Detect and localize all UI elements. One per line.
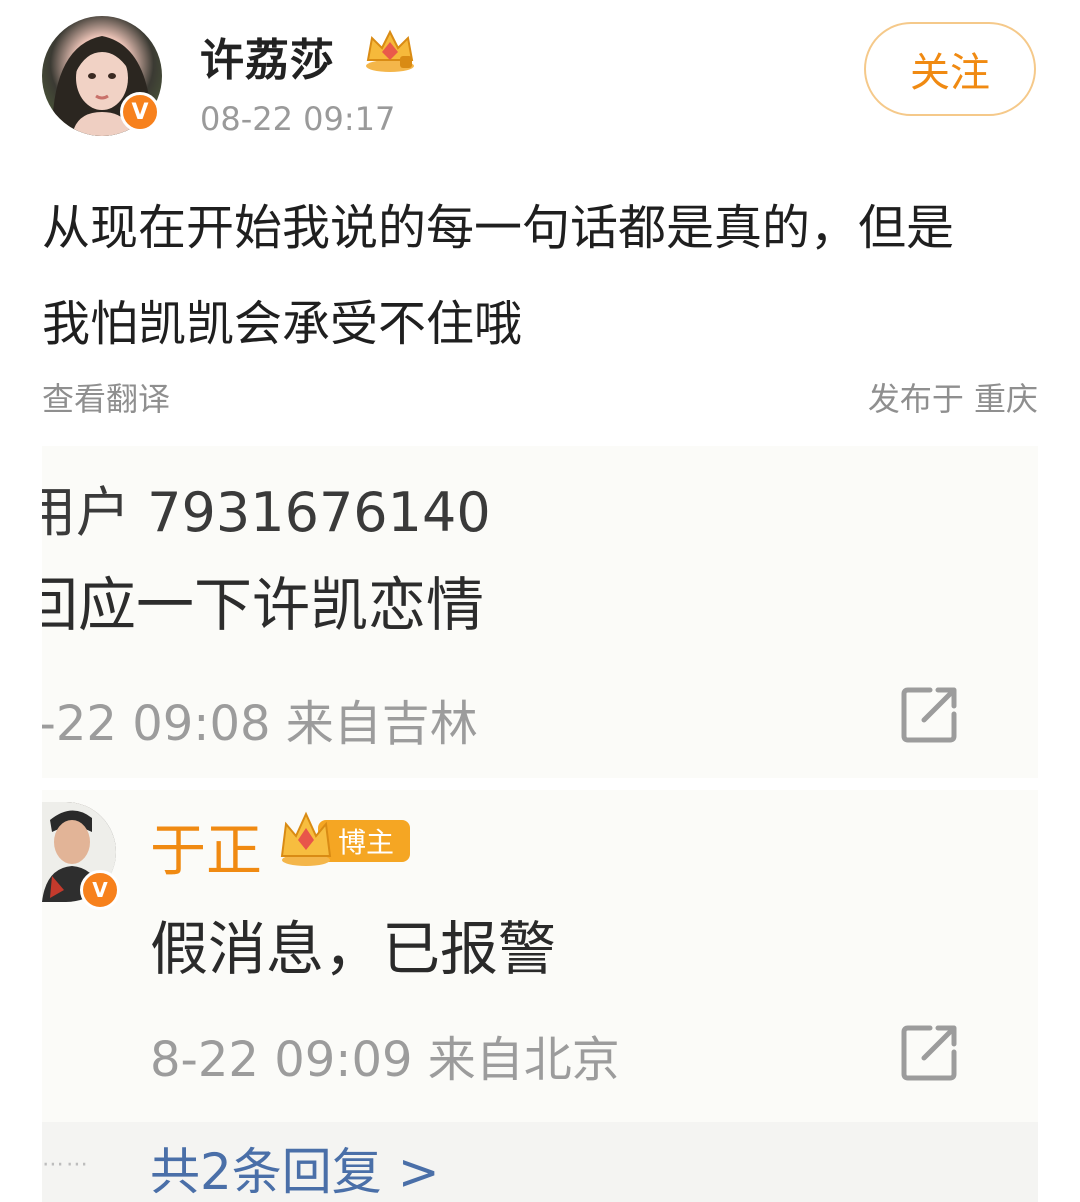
more-replies-link: 共2条回复 > (150, 1143, 440, 1201)
weibo-post-page: V 许荔莎 08-22 09:17 关注 从现在开始我说的每一句话都是真的，但是… (0, 0, 1080, 1202)
comment-meta: 8-22 09:08 来自吉林 (42, 696, 478, 752)
verified-badge-icon: V (120, 92, 160, 132)
post-text: 从现在开始我说的每一句话都是真的，但是 我怕凯凯会承受不住哦 (42, 180, 1042, 372)
ellipsis-dots: ⋯⋯ (42, 1152, 90, 1177)
reply-author-name: 于正 (150, 819, 262, 884)
share-icon (901, 1025, 957, 1081)
post-time: 08-22 09:17 (200, 100, 396, 138)
post-text-line-1: 从现在开始我说的每一句话都是真的，但是 (42, 200, 955, 256)
follow-button[interactable]: 关注 (864, 22, 1036, 116)
comment-divider (42, 778, 1038, 790)
comment-text: 回应一下许凯恋情 (42, 571, 485, 639)
crown-level-icon[interactable] (362, 28, 418, 74)
comment-username: 用户 7931676140 (42, 481, 491, 544)
more-replies-bar: ⋯⋯ 共2条回复 > (42, 1122, 1038, 1202)
poster-name[interactable]: 许荔莎 (200, 24, 335, 88)
share-icon (901, 687, 957, 743)
reply-meta: 8-22 09:09 来自北京 (150, 1032, 620, 1088)
reply-verified-badge-icon: V (80, 870, 120, 910)
blogger-badge-label: 博主 (338, 826, 394, 859)
reply-text: 假消息，已报警 (150, 915, 557, 983)
blogger-badge: 博主 (280, 811, 410, 866)
poster-avatar[interactable]: V (42, 16, 162, 136)
embedded-comment-screenshot: 用户 7931676140 回应一下许凯恋情 8-22 09:08 来自吉林 V… (42, 446, 1038, 1202)
translate-link[interactable]: 查看翻译 (42, 374, 170, 420)
post-location: 发布于 重庆 (867, 380, 1038, 418)
post-text-line-2: 我怕凯凯会承受不住哦 (42, 296, 523, 352)
reply-avatar: V (42, 802, 120, 910)
